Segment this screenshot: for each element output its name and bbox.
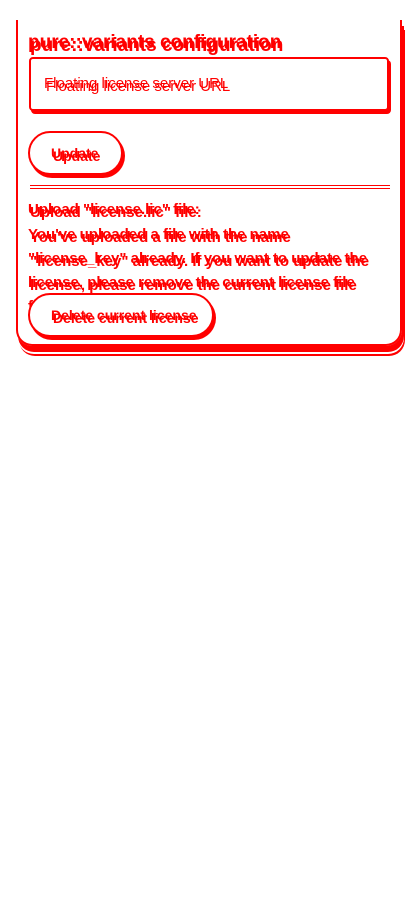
page-title: pure::variants configuration: [28, 32, 282, 53]
update-button[interactable]: Update: [28, 131, 123, 175]
license-server-url-placeholder: Floating license server URL: [44, 75, 229, 92]
upload-license-label: Upload "license.lic" file:: [28, 201, 200, 218]
delete-license-button[interactable]: Delete current license: [28, 293, 214, 337]
delete-license-button-label: Delete current license: [51, 307, 197, 323]
update-button-label: Update: [51, 145, 99, 161]
section-divider: [30, 185, 390, 186]
